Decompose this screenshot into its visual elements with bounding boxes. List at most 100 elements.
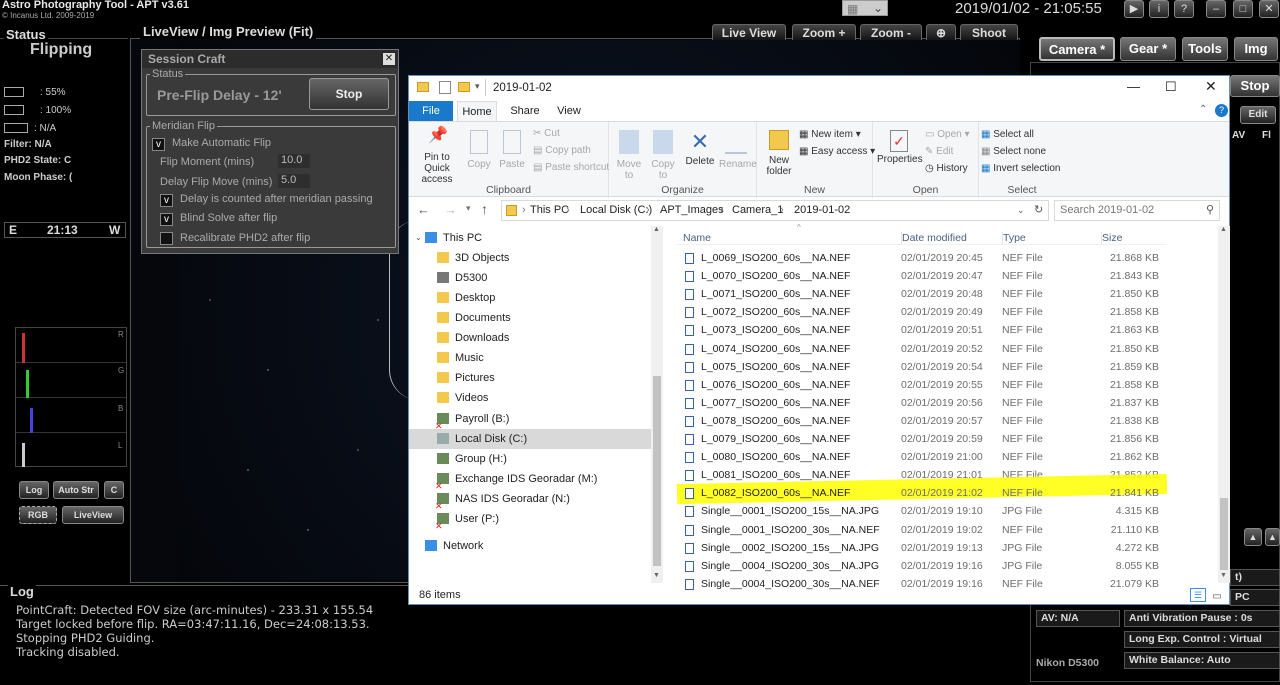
minimize-icon[interactable]: — xyxy=(1127,79,1140,94)
tab-gear[interactable]: Gear * xyxy=(1120,37,1176,61)
tab-file[interactable]: File xyxy=(409,101,453,121)
liveview-button[interactable]: LiveView xyxy=(62,506,124,524)
paste-shortcut-button[interactable]: ▤ Paste shortcut xyxy=(533,162,609,174)
column-name[interactable]: Name xyxy=(683,232,711,244)
easy-access-button[interactable]: ▦ Easy access ▾ xyxy=(799,146,875,158)
info-button[interactable]: i xyxy=(1149,0,1169,18)
nav-item[interactable]: Pictures xyxy=(409,368,651,388)
file-row[interactable]: L_0082_ISO200_60s__NA.NEF 02/01/2019 21:0… xyxy=(676,474,1222,505)
nav-item[interactable]: Desktop xyxy=(409,288,651,308)
pc-dropdown[interactable]: PC xyxy=(1230,589,1280,606)
maximize-button[interactable]: □ xyxy=(1233,0,1253,18)
scroll-down-icon[interactable]: ▼ xyxy=(1220,572,1227,579)
up-arrow-icon[interactable]: ↑ xyxy=(481,201,488,217)
tab-view[interactable]: View xyxy=(549,101,589,121)
file-scrollbar[interactable]: ▲ ▼ xyxy=(1218,226,1230,583)
rgb-button[interactable]: RGB xyxy=(19,506,57,524)
file-row[interactable]: Single__0004_ISO200_30s__NA.JPG 02/01/201… xyxy=(677,557,1222,575)
file-row[interactable]: L_0075_ISO200_60s__NA.NEF 02/01/2019 20:5… xyxy=(677,358,1222,376)
help-icon[interactable]: ? xyxy=(1215,104,1228,117)
c-button[interactable]: C xyxy=(104,481,124,499)
file-row[interactable]: L_0076_ISO200_60s__NA.NEF 02/01/2019 20:5… xyxy=(677,376,1222,394)
edit-button[interactable]: ✎ Edit xyxy=(925,146,953,158)
file-row[interactable]: L_0072_ISO200_60s__NA.NEF 02/01/2019 20:4… xyxy=(677,303,1222,321)
copy-button[interactable]: Copy xyxy=(464,130,494,170)
recent-dropdown-icon[interactable]: ▾ xyxy=(466,203,471,214)
close-icon[interactable]: ✕ xyxy=(383,53,395,65)
nav-item[interactable]: ✕ User (P:) xyxy=(409,509,651,531)
column-date[interactable]: Date modified xyxy=(901,232,967,244)
back-arrow-icon[interactable]: ← xyxy=(417,202,430,217)
minimize-button[interactable]: – xyxy=(1206,0,1226,18)
file-row[interactable]: L_0077_ISO200_60s__NA.NEF 02/01/2019 20:5… xyxy=(677,394,1222,412)
large-icons-view-icon[interactable]: ▭ xyxy=(1209,588,1225,602)
chevron-down-icon[interactable]: ⌄ xyxy=(1017,201,1025,220)
file-row[interactable]: L_0080_ISO200_60s__NA.NEF 02/01/2019 21:0… xyxy=(677,448,1222,466)
tab-home[interactable]: Home xyxy=(457,101,497,121)
scroll-up-icon[interactable]: ▲ xyxy=(653,226,660,233)
chevron-down-icon[interactable]: ▾ xyxy=(475,81,480,92)
file-row[interactable]: L_0074_ISO200_60s__NA.NEF 02/01/2019 20:5… xyxy=(677,340,1222,358)
edit-button-right[interactable]: Edit xyxy=(1240,106,1276,124)
tab-share[interactable]: Share xyxy=(505,101,545,121)
file-row[interactable]: L_0071_ISO200_60s__NA.NEF 02/01/2019 20:4… xyxy=(677,285,1222,303)
search-input[interactable]: Search 2019-01-02 xyxy=(1054,200,1220,221)
forward-arrow-icon[interactable]: → xyxy=(444,202,457,217)
new-folder-button[interactable]: New folder xyxy=(761,130,797,177)
maximize-icon[interactable]: ☐ xyxy=(1165,79,1177,95)
grid-toolbar[interactable]: ▦ ⌄ xyxy=(842,0,888,16)
delay-counted-checkbox[interactable]: v xyxy=(160,194,173,207)
breadcrumb-camera[interactable]: Camera_1 xyxy=(732,201,783,220)
copy-to-button[interactable]: Copy to xyxy=(649,130,677,181)
cut-button[interactable]: ✂ Cut xyxy=(533,128,560,140)
file-row[interactable]: L_0073_ISO200_60s__NA.NEF 02/01/2019 20:5… xyxy=(677,321,1222,339)
new-folder-quick-icon[interactable] xyxy=(458,82,470,92)
breadcrumb-date-folder[interactable]: 2019-01-02 xyxy=(794,201,850,220)
pin-quick-access-button[interactable]: 📌 Pin to Quick access xyxy=(412,128,462,186)
close-button[interactable]: ✕ xyxy=(1259,0,1279,18)
white-balance-dropdown[interactable]: White Balance: Auto xyxy=(1124,652,1280,669)
av-dropdown[interactable]: AV: N/A xyxy=(1036,610,1120,627)
scroll-down-icon[interactable]: ▼ xyxy=(653,572,660,579)
ribbon-collapse-icon[interactable]: ⌃ xyxy=(1199,104,1207,115)
delete-button[interactable]: ✕ Delete xyxy=(685,130,715,168)
rename-button[interactable]: Rename xyxy=(719,130,757,170)
select-none-button[interactable]: ▦ Select none xyxy=(981,146,1046,158)
scroll-up-icon[interactable]: ▲ xyxy=(1220,226,1227,233)
properties-button[interactable]: ✓ Properties xyxy=(877,130,923,165)
t-dropdown[interactable]: t) xyxy=(1230,569,1280,586)
file-row[interactable]: L_0079_ISO200_60s__NA.NEF 02/01/2019 20:5… xyxy=(677,430,1222,448)
nav-scrollbar[interactable]: ▲ ▼ xyxy=(651,226,663,583)
file-row[interactable]: Single__0002_ISO200_15s__NA.JPG 02/01/201… xyxy=(677,539,1222,557)
delay-flip-input[interactable]: 5.0 xyxy=(278,174,310,188)
breadcrumb-this-pc[interactable]: This PC xyxy=(530,201,569,220)
open-button[interactable]: ▭ Open ▾ xyxy=(925,129,970,141)
chevron-down-icon[interactable]: ⌄ xyxy=(415,228,422,248)
nav-item[interactable]: Downloads xyxy=(409,328,651,348)
tab-img[interactable]: Img xyxy=(1234,37,1278,61)
file-row[interactable]: L_0070_ISO200_60s__NA.NEF 02/01/2019 20:4… xyxy=(677,267,1222,285)
file-row[interactable]: Single__0001_ISO200_30s__NA.NEF 02/01/201… xyxy=(677,521,1222,539)
up-arrow-button[interactable]: ▲ xyxy=(1244,528,1262,546)
nav-scroll-thumb[interactable] xyxy=(653,376,661,566)
details-view-icon[interactable]: ☰ xyxy=(1190,588,1206,602)
auto-stretch-button[interactable]: Auto Str xyxy=(53,481,99,499)
nav-item[interactable]: 3D Objects xyxy=(409,248,651,268)
play-button[interactable]: ▶ xyxy=(1124,0,1144,18)
nav-item[interactable]: ✕ NAS IDS Georadar (N:) xyxy=(409,489,651,511)
nav-item[interactable]: ✕ Exchange IDS Georadar (M:) xyxy=(409,469,651,491)
make-auto-checkbox[interactable]: v xyxy=(152,138,165,151)
nav-item[interactable]: Local Disk (C:) xyxy=(409,429,651,449)
column-type[interactable]: Type xyxy=(1002,232,1026,244)
tab-tools[interactable]: Tools xyxy=(1182,37,1228,61)
breadcrumb-local-disk[interactable]: Local Disk (C:) xyxy=(580,201,652,220)
nav-item[interactable]: Group (H:) xyxy=(409,449,651,469)
nav-item[interactable]: Documents xyxy=(409,308,651,328)
nav-item[interactable]: This PC ⌄ xyxy=(409,228,651,248)
move-to-button[interactable]: Move to xyxy=(615,130,643,181)
refresh-icon[interactable]: ↻ xyxy=(1034,201,1043,220)
properties-quick-icon[interactable] xyxy=(439,81,451,94)
nav-item[interactable]: ✕ Payroll (B:) xyxy=(409,409,651,431)
close-icon[interactable]: ✕ xyxy=(1205,78,1217,95)
nav-item[interactable]: Videos xyxy=(409,388,651,408)
